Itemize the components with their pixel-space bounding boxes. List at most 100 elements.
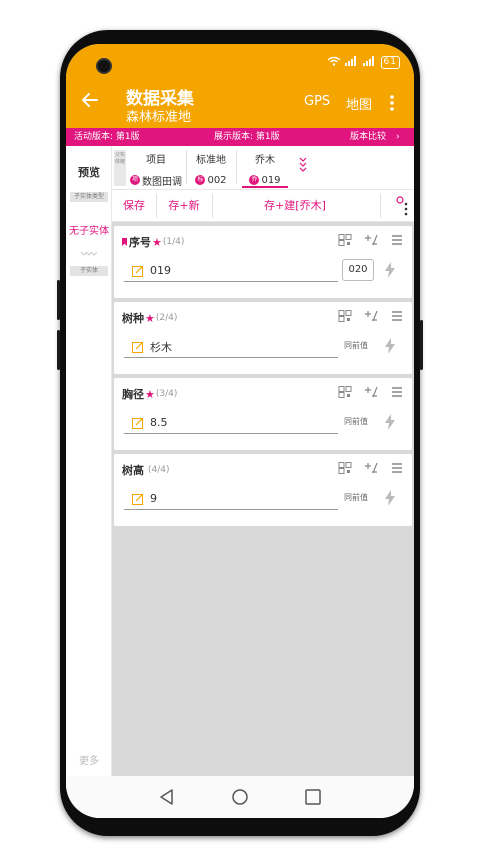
- tab-label: 乔木: [255, 155, 275, 166]
- species-input[interactable]: 杉木: [124, 336, 338, 358]
- qr-code-icon[interactable]: [338, 462, 352, 474]
- map-button[interactable]: 地图: [346, 94, 372, 113]
- tab-label: 标准地: [196, 155, 226, 166]
- parent-tabs: 父实体链 项目 项数图田调 标准地 标 002 乔木 乔 019: [112, 146, 414, 190]
- more-button[interactable]: 更多: [66, 752, 112, 767]
- lightning-icon[interactable]: [384, 338, 396, 354]
- save-new-button[interactable]: 存+新: [156, 190, 212, 222]
- wifi-icon: [327, 56, 341, 69]
- tab-tree[interactable]: 乔木 乔 019: [240, 146, 290, 190]
- expand-chevrons-icon[interactable]: [298, 156, 308, 174]
- qr-code-icon[interactable]: [338, 310, 352, 322]
- field-label: 树高: [122, 464, 144, 477]
- field-tools: [338, 234, 404, 246]
- badge-icon: 项: [130, 175, 140, 185]
- no-child-label: 无子实体: [69, 226, 109, 237]
- field-label: 序号: [129, 236, 151, 249]
- same-as-previous-button[interactable]: 同前值: [344, 492, 368, 503]
- plus-minus-icon[interactable]: [364, 462, 378, 474]
- serial-input[interactable]: 019: [124, 260, 338, 282]
- front-camera: [96, 58, 112, 74]
- chevron-down-icon[interactable]: [80, 250, 98, 260]
- required-star-icon: ★: [152, 235, 162, 249]
- plus-minus-icon[interactable]: [364, 234, 378, 246]
- menu-icon[interactable]: [390, 462, 404, 474]
- required-star-icon: ★: [145, 387, 155, 401]
- menu-icon[interactable]: [390, 234, 404, 246]
- field-count: (3/4): [155, 389, 178, 399]
- field-label: 胸径: [122, 388, 144, 401]
- same-as-previous-button[interactable]: 同前值: [344, 340, 368, 351]
- lightning-icon[interactable]: [384, 262, 396, 278]
- menu-icon[interactable]: [390, 386, 404, 398]
- display-version: 展示版本: 第1版: [214, 132, 280, 142]
- qr-code-icon[interactable]: [338, 234, 352, 246]
- active-version: 活动版本: 第1版: [74, 132, 140, 142]
- save-button[interactable]: 保存: [112, 190, 156, 222]
- qr-code-icon[interactable]: [338, 386, 352, 398]
- divider: [186, 150, 187, 184]
- status-icons: 61: [327, 56, 400, 69]
- edit-icon: [132, 493, 143, 505]
- previous-value-button[interactable]: 020: [342, 259, 374, 281]
- field-tools: [338, 310, 404, 322]
- badge-icon: 标: [195, 175, 206, 185]
- app-subtitle: 森林标准地: [126, 110, 192, 125]
- more-vert-icon[interactable]: [388, 94, 396, 112]
- nav-back-icon[interactable]: [158, 788, 176, 806]
- badge-icon: 乔: [249, 175, 260, 185]
- menu-icon[interactable]: [390, 310, 404, 322]
- field-title: 胸径 ★ (3/4): [122, 386, 177, 402]
- divider: [236, 150, 237, 184]
- nav-home-icon[interactable]: [231, 788, 249, 806]
- field-card-species: 树种 ★ (2/4) 杉木 同前值: [114, 302, 412, 374]
- back-arrow-icon[interactable]: [80, 90, 100, 110]
- field-value: 9: [150, 492, 157, 505]
- field-tools: [338, 462, 404, 474]
- chevron-right-icon[interactable]: ›: [396, 128, 400, 146]
- dbh-input[interactable]: 8.5: [124, 412, 338, 434]
- tab-label: 项目: [146, 155, 166, 166]
- plus-minus-icon[interactable]: [364, 386, 378, 398]
- divider: [380, 194, 381, 218]
- field-tools: [338, 386, 404, 398]
- save-build-button[interactable]: 存+建[乔木]: [212, 190, 378, 222]
- signal-icon: [362, 56, 377, 69]
- left-pane: 预览 子实体类型 无子实体 子实体 更多: [66, 146, 112, 776]
- side-button: [57, 330, 60, 370]
- version-bar: 活动版本: 第1版 展示版本: 第1版 版本比较 ›: [66, 128, 414, 146]
- tab-value: 数图田调: [142, 176, 182, 188]
- lightning-icon[interactable]: [384, 414, 396, 430]
- app-bar: 61 数据采集 森林标准地 GPS 地图: [66, 44, 414, 128]
- nav-recents-icon[interactable]: [304, 788, 322, 806]
- height-input[interactable]: 9: [124, 488, 338, 510]
- gps-button[interactable]: GPS: [304, 94, 330, 109]
- field-label: 树种: [122, 312, 144, 325]
- tab-plot[interactable]: 标准地 标 002: [188, 146, 234, 190]
- lightning-icon[interactable]: [384, 490, 396, 506]
- edit-icon: [132, 341, 143, 353]
- screen: 61 数据采集 森林标准地 GPS 地图 活动版本: 第1版 展示版本: 第1版…: [66, 44, 414, 818]
- field-value: 8.5: [150, 416, 168, 429]
- field-card-height: 树高 (4/4) 9 同前值: [114, 454, 412, 526]
- action-menu-icon[interactable]: [392, 194, 412, 218]
- child-tag: 子实体: [70, 266, 108, 276]
- field-value: 019: [150, 264, 171, 277]
- edit-icon: [132, 265, 143, 277]
- field-title: 序号 ★ (1/4): [122, 234, 184, 250]
- power-button: [420, 320, 423, 370]
- field-count: (1/4): [162, 237, 185, 247]
- tab-value: 002: [207, 174, 227, 186]
- plus-minus-icon[interactable]: [364, 310, 378, 322]
- action-bar: 保存 存+新 存+建[乔木]: [112, 190, 414, 222]
- required-star-icon: ★: [145, 311, 155, 325]
- tab-project[interactable]: 项目 项数图田调: [128, 146, 184, 190]
- version-compare-link[interactable]: 版本比较: [350, 128, 386, 146]
- bookmark-icon: [122, 238, 127, 246]
- field-value: 杉木: [150, 340, 172, 354]
- tab-value: 019: [261, 174, 281, 186]
- child-type-tag: 子实体类型: [70, 192, 108, 202]
- same-as-previous-button[interactable]: 同前值: [344, 416, 368, 427]
- preview-button[interactable]: 预览: [66, 164, 112, 180]
- active-tab-indicator: [242, 186, 288, 188]
